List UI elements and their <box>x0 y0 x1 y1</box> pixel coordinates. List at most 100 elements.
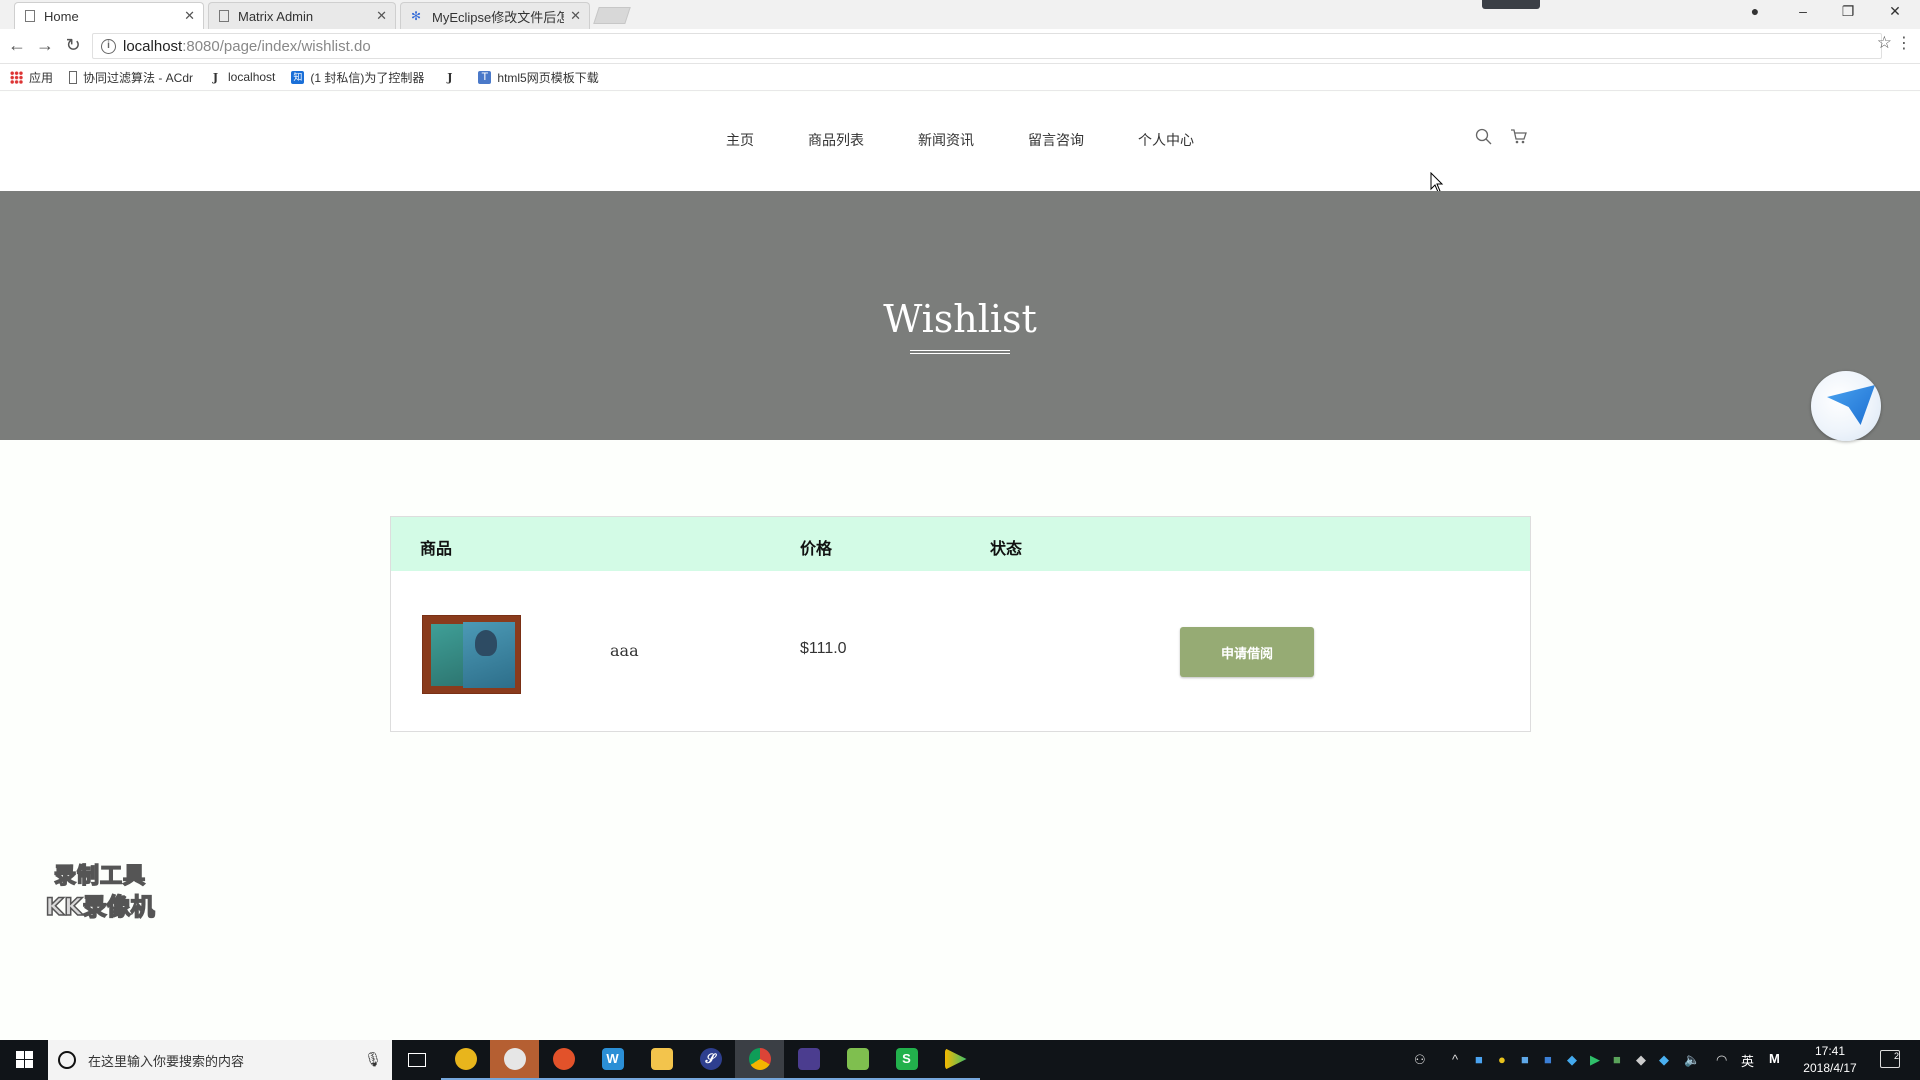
taskbar-clock[interactable]: 17:41 2018/4/17 <box>1790 1043 1870 1077</box>
notification-count: 2 <box>1893 1051 1899 1061</box>
template-icon: T <box>478 70 492 84</box>
tab-matrix-admin[interactable]: Matrix Admin ✕ <box>208 2 396 29</box>
main-nav: 主页 商品列表 新闻资讯 留言咨询 个人中心 <box>0 130 1920 150</box>
bookmark-zhihu[interactable]: 知 (1 封私信)为了控制器 <box>291 69 427 86</box>
url-input[interactable]: i localhost:8080/page/index/wishlist.do <box>92 33 1882 59</box>
browser-tab-bar: Home ✕ Matrix Admin ✕ ✻ MyEclipse修改文件后怎 … <box>0 0 1920 29</box>
search-placeholder: 在这里输入你要搜索的内容 <box>88 1053 245 1069</box>
j-icon: J <box>447 70 453 84</box>
microphone-icon[interactable]: 🎙 <box>364 1051 382 1068</box>
forward-icon[interactable]: → <box>34 35 56 56</box>
bookmark-cf-algorithm[interactable]: 协同过滤算法 - ACdr <box>69 69 193 86</box>
taskbar-app-eclipse[interactable]: 𝒮 <box>686 1040 735 1080</box>
bookmark-star-icon[interactable]: ☆ <box>1877 33 1892 53</box>
nav-home[interactable]: 主页 <box>726 130 754 150</box>
nav-news[interactable]: 新闻资讯 <box>918 130 974 150</box>
info-icon[interactable]: i <box>101 38 116 54</box>
restore-icon[interactable]: ❐ <box>1838 3 1858 20</box>
notification-center-icon[interactable]: 2 <box>1880 1050 1900 1068</box>
zhihu-icon: 知 <box>291 70 305 84</box>
tab-title: Matrix Admin <box>238 8 314 24</box>
hero-banner: Wishlist <box>0 191 1920 440</box>
bookmark-j[interactable]: J <box>443 71 462 84</box>
wifi-icon[interactable]: ◠ <box>1716 1052 1727 1068</box>
new-tab-button[interactable] <box>593 7 631 24</box>
bookmark-apps[interactable]: 应用 <box>10 69 53 86</box>
people-icon[interactable]: ⚇ <box>1414 1052 1426 1068</box>
window-close-icon[interactable]: ✕ <box>1885 3 1905 20</box>
page-icon <box>25 10 35 22</box>
taskbar-app-green-s[interactable]: S <box>882 1040 931 1080</box>
taskbar-app-recorder[interactable] <box>490 1040 539 1080</box>
j-icon: J <box>212 70 219 84</box>
title-divider <box>910 350 1010 354</box>
tab-home[interactable]: Home ✕ <box>14 2 204 29</box>
bookmark-label: 应用 <box>29 70 54 85</box>
tray-app-icon[interactable]: ◆ <box>1659 1052 1669 1068</box>
tray-app-icon[interactable]: ■ <box>1521 1052 1529 1067</box>
reload-icon[interactable]: ↻ <box>62 35 84 56</box>
tray-shield-icon[interactable]: ◆ <box>1567 1052 1577 1068</box>
taskbar-app-file-explorer[interactable] <box>637 1040 686 1080</box>
cart-icon[interactable] <box>1510 128 1527 150</box>
taskbar-app-myeclipse[interactable] <box>784 1040 833 1080</box>
bookmark-localhost[interactable]: J localhost <box>209 70 275 84</box>
taskbar-app-firefox[interactable] <box>539 1040 588 1080</box>
apps-icon <box>10 70 23 84</box>
recorder-handle[interactable] <box>1482 0 1540 9</box>
taskbar-app-browser-yellow[interactable] <box>441 1040 490 1080</box>
tray-app-icon[interactable]: ● <box>1498 1052 1506 1067</box>
nav-messages[interactable]: 留言咨询 <box>1028 130 1084 150</box>
tray-app-icon[interactable]: ■ <box>1613 1052 1621 1067</box>
taskbar: 在这里输入你要搜索的内容 🎙 W 𝒮 S ⚇ ^ ■ ● ■ ■ ◆ ▶ ■ ◆… <box>0 1040 1920 1080</box>
close-icon[interactable]: ✕ <box>376 8 387 24</box>
taskbar-app-notepad[interactable] <box>833 1040 882 1080</box>
table-row: aaa $111.0 申请借阅 <box>391 571 1530 731</box>
close-icon[interactable]: ✕ <box>184 8 195 24</box>
apply-borrow-button[interactable]: 申请借阅 <box>1180 627 1314 677</box>
product-name[interactable]: aaa <box>610 641 639 660</box>
close-icon[interactable]: ✕ <box>570 8 581 24</box>
taskbar-app-word[interactable]: W <box>588 1040 637 1080</box>
windows-start-icon[interactable] <box>0 1040 48 1080</box>
bookmarks-bar: 应用 协同过滤算法 - ACdr J localhost 知 (1 封私信)为了… <box>0 64 1920 91</box>
url-path: :8080/page/index/wishlist.do <box>182 37 371 55</box>
taskbar-app-chrome[interactable] <box>735 1040 784 1080</box>
cortana-icon <box>58 1051 76 1069</box>
bookmark-label: (1 封私信)为了控制器 <box>310 70 425 85</box>
table-header: 商品 价格 状态 <box>391 517 1530 571</box>
bookmark-label: 协同过滤算法 - ACdr <box>83 70 194 85</box>
back-icon[interactable]: ← <box>6 35 28 56</box>
taskbar-app-player[interactable] <box>931 1040 980 1080</box>
page-title: Wishlist <box>883 297 1037 341</box>
column-header-status: 状态 <box>990 541 1023 558</box>
nav-account[interactable]: 个人中心 <box>1138 130 1194 150</box>
profile-icon[interactable]: ● <box>1745 3 1765 19</box>
tab-title: MyEclipse修改文件后怎 <box>432 9 565 25</box>
url-host: localhost <box>123 37 183 55</box>
ime-indicator[interactable]: 英 <box>1741 1051 1754 1070</box>
more-menu-icon[interactable]: ⋮ <box>1896 33 1912 53</box>
tray-app-icon[interactable]: ▶ <box>1590 1052 1600 1068</box>
product-price: $111.0 <box>800 640 847 657</box>
page-icon <box>69 70 77 84</box>
task-view-icon[interactable] <box>392 1040 441 1080</box>
watermark-line1: 录制工具 <box>53 863 146 890</box>
tray-app-icon[interactable]: ■ <box>1544 1052 1552 1067</box>
column-header-price: 价格 <box>800 541 833 558</box>
ime-mode-indicator[interactable]: M <box>1769 1051 1780 1066</box>
bird-float-icon[interactable] <box>1811 371 1881 441</box>
search-icon[interactable] <box>1475 128 1492 150</box>
bookmark-html5-templates[interactable]: T html5网页模板下载 <box>478 69 599 86</box>
tray-app-icon[interactable]: ◆ <box>1636 1052 1646 1068</box>
bookmark-label: html5网页模板下载 <box>497 70 599 85</box>
product-image[interactable] <box>422 615 521 694</box>
volume-icon[interactable]: 🔈 <box>1684 1052 1700 1068</box>
taskbar-search-input[interactable]: 在这里输入你要搜索的内容 🎙 <box>48 1040 392 1080</box>
show-hidden-icons-chevron-icon[interactable]: ^ <box>1452 1052 1458 1067</box>
nav-products[interactable]: 商品列表 <box>808 130 864 150</box>
tray-app-icon[interactable]: ■ <box>1475 1052 1483 1067</box>
tab-myeclipse[interactable]: ✻ MyEclipse修改文件后怎 ✕ <box>400 2 590 29</box>
site-header: 主页 商品列表 新闻资讯 留言咨询 个人中心 <box>0 92 1920 193</box>
minimize-icon[interactable]: – <box>1793 3 1813 19</box>
